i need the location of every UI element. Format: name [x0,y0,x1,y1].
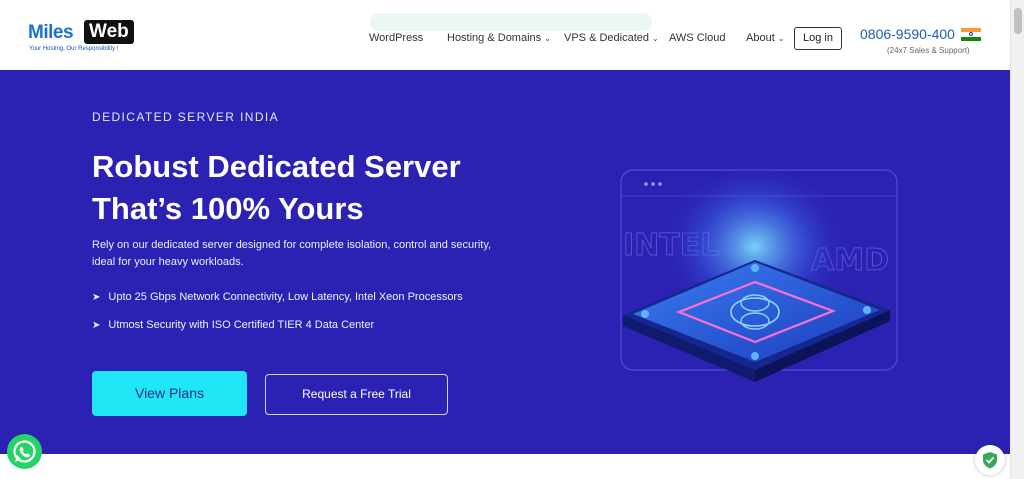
feature-bullet-text: Utmost Security with ISO Certified TIER … [108,319,375,331]
nav-item-hosting-domains[interactable]: Hosting & Domains ⌄ [447,32,551,44]
nav-item-vps-dedicated[interactable]: VPS & Dedicated ⌄ [564,32,659,44]
scrollbar-thumb[interactable] [1014,8,1022,34]
hero-headline-line2: That’s 100% Yours [92,191,364,226]
logo-web-text: Web [84,20,134,44]
request-free-trial-button[interactable]: Request a Free Trial [265,374,448,415]
nav-item-aws-cloud[interactable]: AWS Cloud [669,32,725,44]
phone-number-link[interactable]: 0806-9590-400 [860,26,955,42]
security-badge[interactable] [975,445,1005,475]
hero-headline: Robust Dedicated Server That’s 100% Your… [92,146,461,230]
india-flag-icon [961,28,981,41]
whatsapp-chat-button[interactable] [7,434,42,469]
login-button[interactable]: Log in [794,27,842,50]
nav-item-label: WordPress [369,32,424,44]
milesweb-logo[interactable]: Miles Web Your Hosting, Our Responsibili… [28,20,143,60]
hero-eyebrow: DEDICATED SERVER INDIA [92,110,280,124]
arrow-right-icon: ➤ [92,292,101,303]
view-plans-button[interactable]: View Plans [92,371,247,416]
nav-item-label: About [746,32,775,44]
nav-item-label: AWS Cloud [669,32,726,44]
hero-headline-line1: Robust Dedicated Server [92,149,461,184]
logo-tagline: Your Hosting, Our Responsibility ! [29,46,119,52]
hero-section: DEDICATED SERVER INDIA Robust Dedicated … [0,70,1010,454]
feature-bullet-text: Upto 25 Gbps Network Connectivity, Low L… [108,291,463,303]
server-chip-illustration: INTEL AMD [620,169,898,382]
site-header: Miles Web Your Hosting, Our Responsibili… [0,0,1010,70]
feature-bullet: ➤ Upto 25 Gbps Network Connectivity, Low … [92,291,463,303]
support-text: (24x7 Sales & Support) [887,46,970,55]
feature-bullet: ➤ Utmost Security with ISO Certified TIER… [92,319,374,331]
nav-item-label: VPS & Dedicated [564,32,649,44]
hero-description: Rely on our dedicated server designed fo… [92,239,492,268]
nav-item-label: Hosting & Domains [447,32,542,44]
chevron-down-icon: ⌄ [544,34,551,43]
nav-item-about[interactable]: About ⌄ [746,32,784,44]
chevron-down-icon: ⌄ [652,34,659,43]
shield-check-icon [983,452,997,469]
page-scrollbar[interactable] [1010,0,1024,479]
nav-highlight [370,13,652,31]
logo-miles-text: Miles [28,22,74,43]
whatsapp-icon [13,440,36,463]
nav-item-wordpress[interactable]: WordPress [369,32,423,44]
chevron-down-icon: ⌄ [777,34,785,43]
arrow-right-icon: ➤ [92,320,101,331]
